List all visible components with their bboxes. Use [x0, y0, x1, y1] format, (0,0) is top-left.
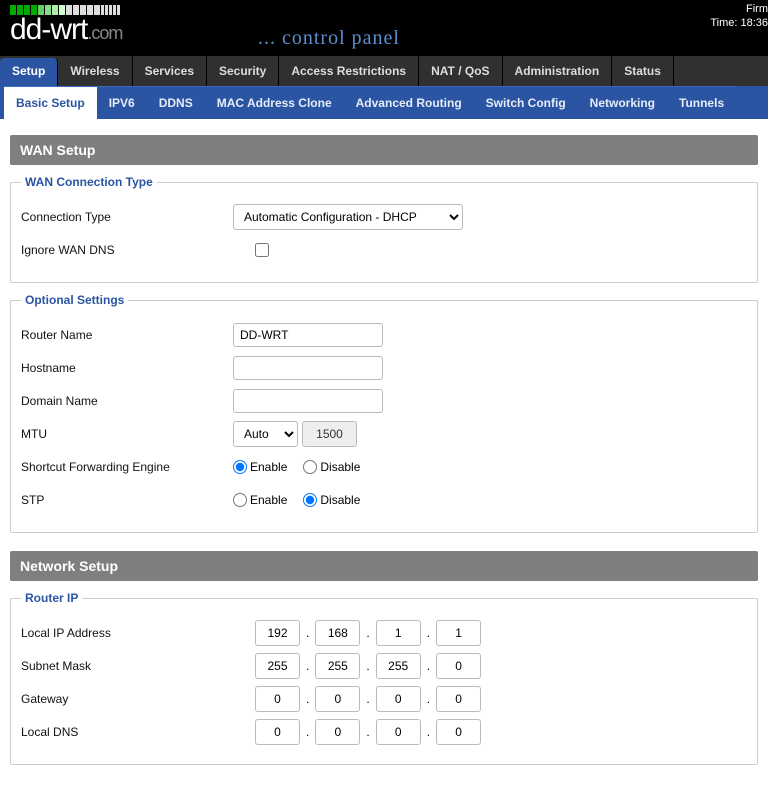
main-tab-setup[interactable]: Setup: [0, 58, 58, 86]
router-name-input[interactable]: [233, 323, 383, 347]
header: dd-wrt.com ... control panel Firm Time: …: [0, 0, 768, 56]
subnet-3[interactable]: [376, 653, 421, 679]
local-ip-3[interactable]: [376, 620, 421, 646]
gateway-4[interactable]: [436, 686, 481, 712]
hostname-input[interactable]: [233, 356, 383, 380]
subnet-4[interactable]: [436, 653, 481, 679]
dns-3[interactable]: [376, 719, 421, 745]
gateway-2[interactable]: [315, 686, 360, 712]
main-tab-administration[interactable]: Administration: [503, 56, 613, 86]
subnet-2[interactable]: [315, 653, 360, 679]
main-tab-security[interactable]: Security: [207, 56, 279, 86]
domain-name-input[interactable]: [233, 389, 383, 413]
time-label: Time: 18:36: [710, 16, 768, 30]
legend-optional: Optional Settings: [21, 293, 128, 307]
section-wan-setup: WAN Setup: [10, 135, 758, 165]
mtu-label: MTU: [21, 427, 233, 441]
mtu-mode-select[interactable]: Auto: [233, 421, 298, 447]
section-network-setup: Network Setup: [10, 551, 758, 581]
sub-tabs: Basic SetupIPV6DDNSMAC Address CloneAdva…: [0, 86, 768, 119]
main-tab-nat-qos[interactable]: NAT / QoS: [419, 56, 502, 86]
hostname-label: Hostname: [21, 361, 233, 375]
dns-4[interactable]: [436, 719, 481, 745]
main-tab-services[interactable]: Services: [133, 56, 207, 86]
local-ip-2[interactable]: [315, 620, 360, 646]
sfe-disable[interactable]: Disable: [303, 460, 360, 475]
connection-type-label: Connection Type: [21, 210, 233, 224]
sfe-label: Shortcut Forwarding Engine: [21, 460, 233, 474]
local-dns-label: Local DNS: [21, 725, 233, 739]
sub-tab-advanced-routing[interactable]: Advanced Routing: [344, 86, 474, 119]
firmware-label: Firm: [710, 2, 768, 16]
stp-enable[interactable]: Enable: [233, 493, 287, 508]
router-name-label: Router Name: [21, 328, 233, 342]
domain-name-label: Domain Name: [21, 394, 233, 408]
fieldset-wan-connection: WAN Connection Type Connection Type Auto…: [10, 175, 758, 283]
legend-router-ip: Router IP: [21, 591, 82, 605]
stp-disable[interactable]: Disable: [303, 493, 360, 508]
main-tab-status[interactable]: Status: [612, 56, 674, 86]
main-tab-wireless[interactable]: Wireless: [58, 56, 132, 86]
logo-text: dd-wrt.com: [10, 15, 122, 45]
local-ip-1[interactable]: [255, 620, 300, 646]
sub-tab-mac-address-clone[interactable]: MAC Address Clone: [205, 86, 344, 119]
fieldset-optional-settings: Optional Settings Router Name Hostname D…: [10, 293, 758, 533]
ignore-wan-dns-label: Ignore WAN DNS: [21, 243, 233, 257]
local-ip-label: Local IP Address: [21, 626, 233, 640]
connection-type-select[interactable]: Automatic Configuration - DHCP: [233, 204, 463, 230]
subnet-1[interactable]: [255, 653, 300, 679]
sub-tab-ddns[interactable]: DDNS: [147, 86, 205, 119]
stp-label: STP: [21, 493, 233, 507]
sfe-enable[interactable]: Enable: [233, 460, 287, 475]
sub-tab-switch-config[interactable]: Switch Config: [474, 86, 578, 119]
gateway-1[interactable]: [255, 686, 300, 712]
control-panel-label: ... control panel: [258, 27, 400, 50]
local-ip-4[interactable]: [436, 620, 481, 646]
ignore-wan-dns-checkbox[interactable]: [255, 243, 269, 257]
sub-tab-tunnels[interactable]: Tunnels: [667, 86, 736, 119]
sub-tab-networking[interactable]: Networking: [578, 86, 667, 119]
main-tabs: SetupWirelessServicesSecurityAccess Rest…: [0, 56, 768, 86]
sub-tab-basic-setup[interactable]: Basic Setup: [4, 86, 97, 119]
logo: dd-wrt.com: [10, 4, 122, 45]
legend-wan-connection: WAN Connection Type: [21, 175, 157, 189]
header-info: Firm Time: 18:36: [710, 2, 768, 30]
dns-1[interactable]: [255, 719, 300, 745]
sub-tab-ipv6[interactable]: IPV6: [97, 86, 147, 119]
gateway-3[interactable]: [376, 686, 421, 712]
fieldset-router-ip: Router IP Local IP Address . . . Subnet …: [10, 591, 758, 765]
gateway-label: Gateway: [21, 692, 233, 706]
main-tab-access-restrictions[interactable]: Access Restrictions: [279, 56, 419, 86]
subnet-label: Subnet Mask: [21, 659, 233, 673]
mtu-value-input[interactable]: [302, 421, 357, 447]
dns-2[interactable]: [315, 719, 360, 745]
